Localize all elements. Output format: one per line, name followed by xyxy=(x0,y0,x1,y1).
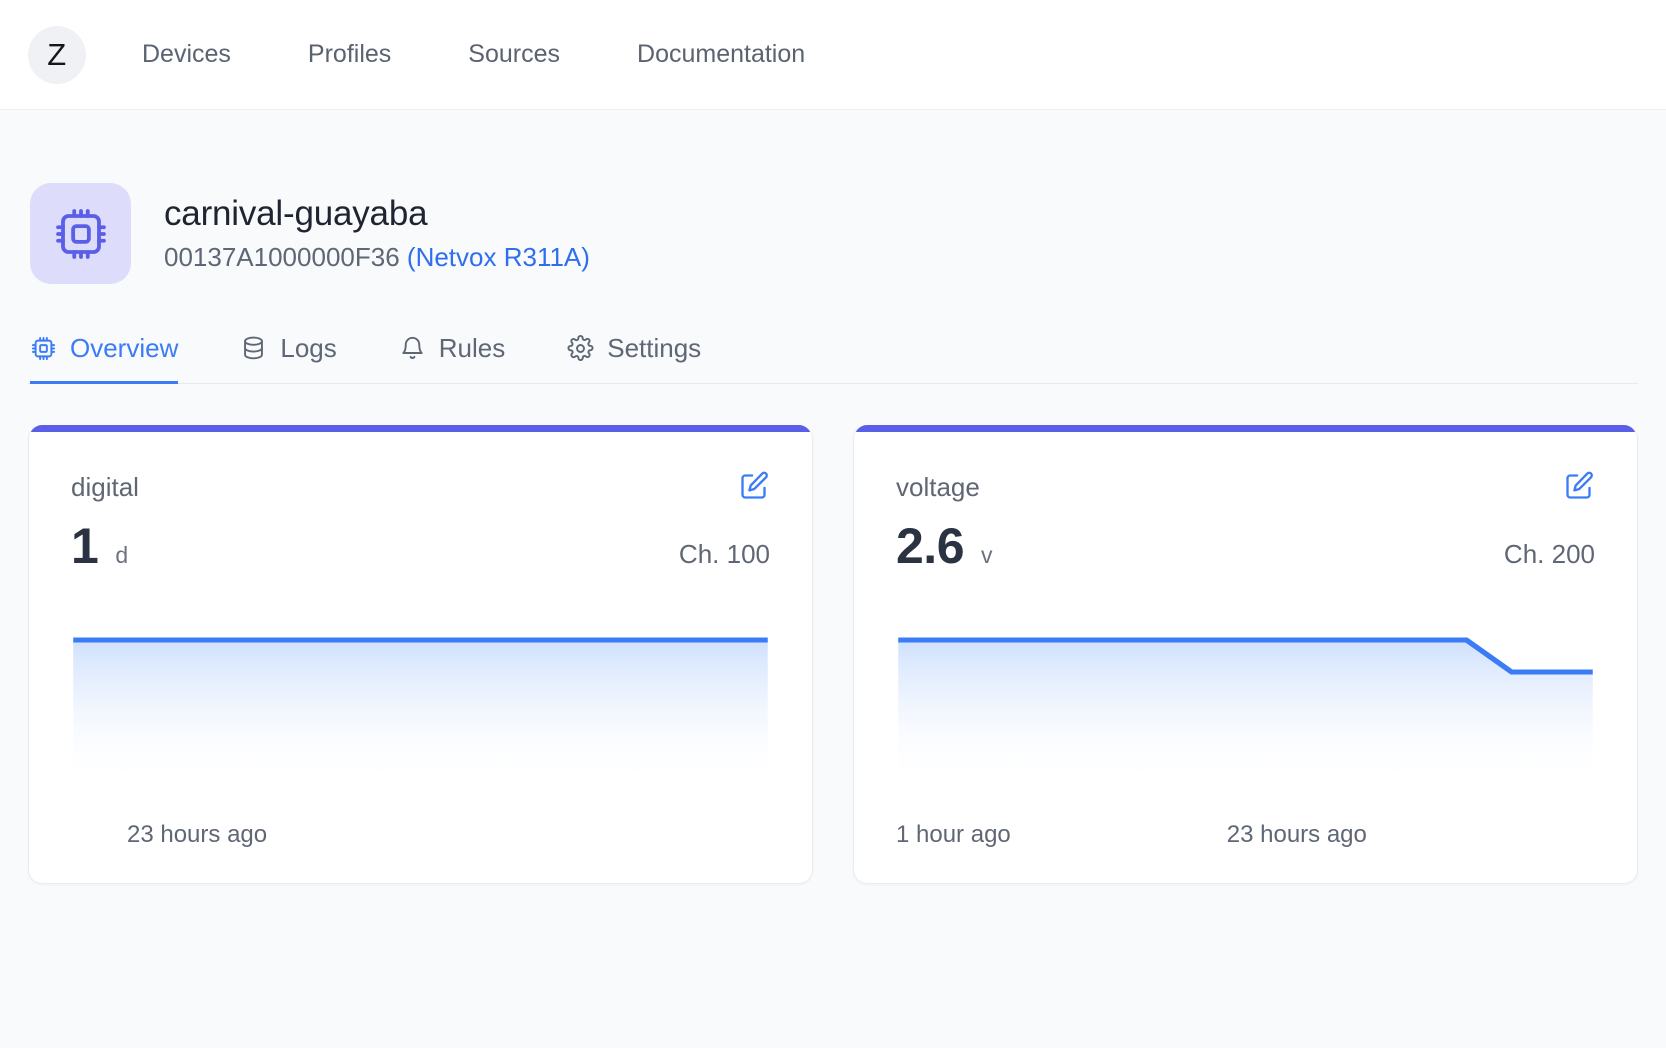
page-title: carnival-guayaba xyxy=(164,194,590,234)
card-header: digital 1 d Ch xyxy=(29,432,812,571)
nav-link-profiles[interactable]: Profiles xyxy=(308,34,391,75)
chart-axis-labels-voltage: 1 hour ago 23 hours ago xyxy=(896,787,1595,883)
time-label: 1 hour ago xyxy=(896,821,1011,849)
card-accent-bar xyxy=(854,425,1637,432)
tab-logs-label: Logs xyxy=(280,333,336,364)
chart-container-digital: 23 hours ago xyxy=(29,571,812,883)
page-content: carnival-guayaba 00137A1000000F36 (Netvo… xyxy=(0,110,1666,884)
gear-icon xyxy=(567,335,594,362)
tab-logs[interactable]: Logs xyxy=(240,333,336,384)
device-subtitle: 00137A1000000F36 (Netvox R311A) xyxy=(164,243,590,273)
chart-container-voltage: 1 hour ago 23 hours ago xyxy=(854,571,1637,883)
chip-icon xyxy=(30,183,131,284)
tab-settings-label: Settings xyxy=(607,333,701,364)
card-channel-digital: Ch. 100 xyxy=(679,539,770,570)
chip-icon xyxy=(30,335,57,362)
tab-rules-label: Rules xyxy=(439,333,505,364)
tab-overview-label: Overview xyxy=(70,333,178,364)
device-meta: carnival-guayaba 00137A1000000F36 (Netvo… xyxy=(164,194,590,273)
device-tabs: Overview Logs Rules xyxy=(28,333,1638,384)
edit-button-voltage[interactable] xyxy=(1562,470,1595,503)
nav-link-sources[interactable]: Sources xyxy=(468,34,560,75)
main-nav-links: Devices Profiles Sources Documentation xyxy=(142,34,805,75)
brand-logo[interactable]: Z xyxy=(28,26,86,84)
measurement-card-voltage[interactable]: voltage 2.6 v xyxy=(853,425,1638,884)
measurement-card-digital[interactable]: digital 1 d Ch xyxy=(28,425,813,884)
card-title-digital: digital xyxy=(71,474,139,500)
database-icon xyxy=(240,335,267,362)
card-value-digital: 1 xyxy=(71,521,98,571)
tab-settings[interactable]: Settings xyxy=(567,333,701,384)
device-profile-link[interactable]: (Netvox R311A) xyxy=(407,242,590,272)
sparkline-chart-voltage xyxy=(896,632,1595,787)
edit-pencil-icon xyxy=(1562,491,1595,506)
card-title-voltage: voltage xyxy=(896,474,980,500)
time-label: 23 hours ago xyxy=(127,821,267,849)
card-unit-digital: d xyxy=(115,542,128,569)
card-value-voltage: 2.6 xyxy=(896,521,964,571)
tab-rules[interactable]: Rules xyxy=(399,333,505,384)
time-label: 23 hours ago xyxy=(1227,821,1367,849)
measurement-cards: digital 1 d Ch xyxy=(28,425,1638,884)
edit-pencil-icon xyxy=(737,491,770,506)
device-header: carnival-guayaba 00137A1000000F36 (Netvo… xyxy=(28,110,1638,284)
chart-axis-labels-digital: 23 hours ago xyxy=(71,787,770,883)
card-header: voltage 2.6 v xyxy=(854,432,1637,571)
bell-icon xyxy=(399,335,426,362)
card-unit-voltage: v xyxy=(981,542,993,569)
top-navigation-bar: Z Devices Profiles Sources Documentation xyxy=(0,0,1666,110)
nav-link-devices[interactable]: Devices xyxy=(142,34,231,75)
card-channel-voltage: Ch. 200 xyxy=(1504,539,1595,570)
card-accent-bar xyxy=(29,425,812,432)
sparkline-chart-digital xyxy=(71,632,770,787)
tab-overview[interactable]: Overview xyxy=(30,333,178,384)
device-eui: 00137A1000000F36 xyxy=(164,242,400,272)
edit-button-digital[interactable] xyxy=(737,470,770,503)
nav-link-documentation[interactable]: Documentation xyxy=(637,34,805,75)
